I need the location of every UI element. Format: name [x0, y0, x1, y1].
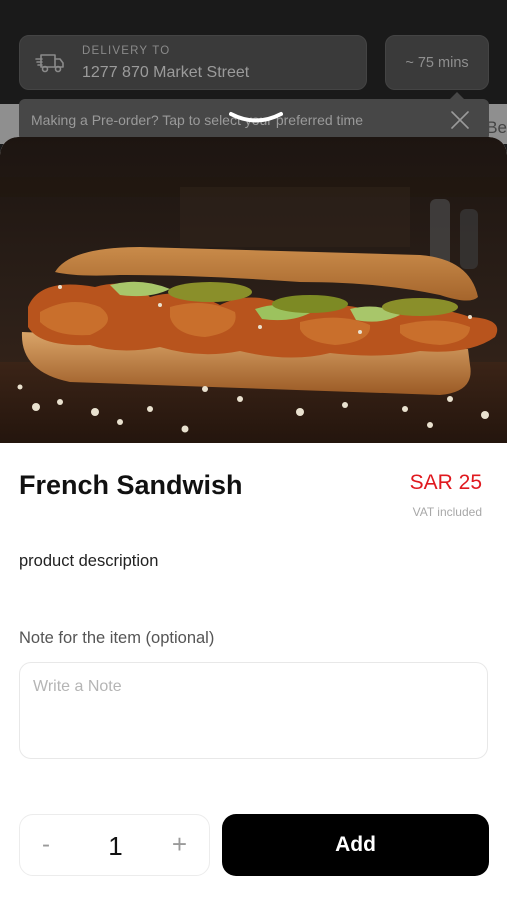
delivery-eta-badge[interactable]: ~ 75 mins [385, 35, 489, 90]
product-description: product description [19, 552, 159, 570]
delivery-address: 1277 870 Market Street [82, 64, 250, 81]
preorder-message: Making a Pre-order? Tap to select your p… [31, 112, 364, 128]
delivery-to-label: DELIVERY TO [82, 45, 171, 57]
delivery-address-card[interactable]: DELIVERY TO 1277 870 Market Street [19, 35, 367, 90]
product-price: SAR 25 [409, 471, 482, 494]
vat-note: VAT included [412, 505, 482, 519]
delivery-truck-icon [35, 52, 65, 79]
sheet-grabber[interactable] [229, 111, 283, 125]
add-to-cart-button[interactable]: Add [222, 814, 489, 876]
product-sheet: French Sandwish SAR 25 VAT included prod… [0, 137, 507, 900]
eta-text: ~ 75 mins [405, 54, 469, 71]
product-title: French Sandwish [19, 470, 243, 500]
product-image [0, 137, 507, 443]
background-partial-text: Be [486, 118, 507, 137]
note-label: Note for the item (optional) [19, 629, 215, 647]
increase-quantity-button[interactable]: + [172, 829, 187, 860]
quantity-stepper: - 1 + [19, 814, 210, 876]
note-input[interactable] [19, 662, 488, 759]
close-icon[interactable] [451, 111, 469, 134]
